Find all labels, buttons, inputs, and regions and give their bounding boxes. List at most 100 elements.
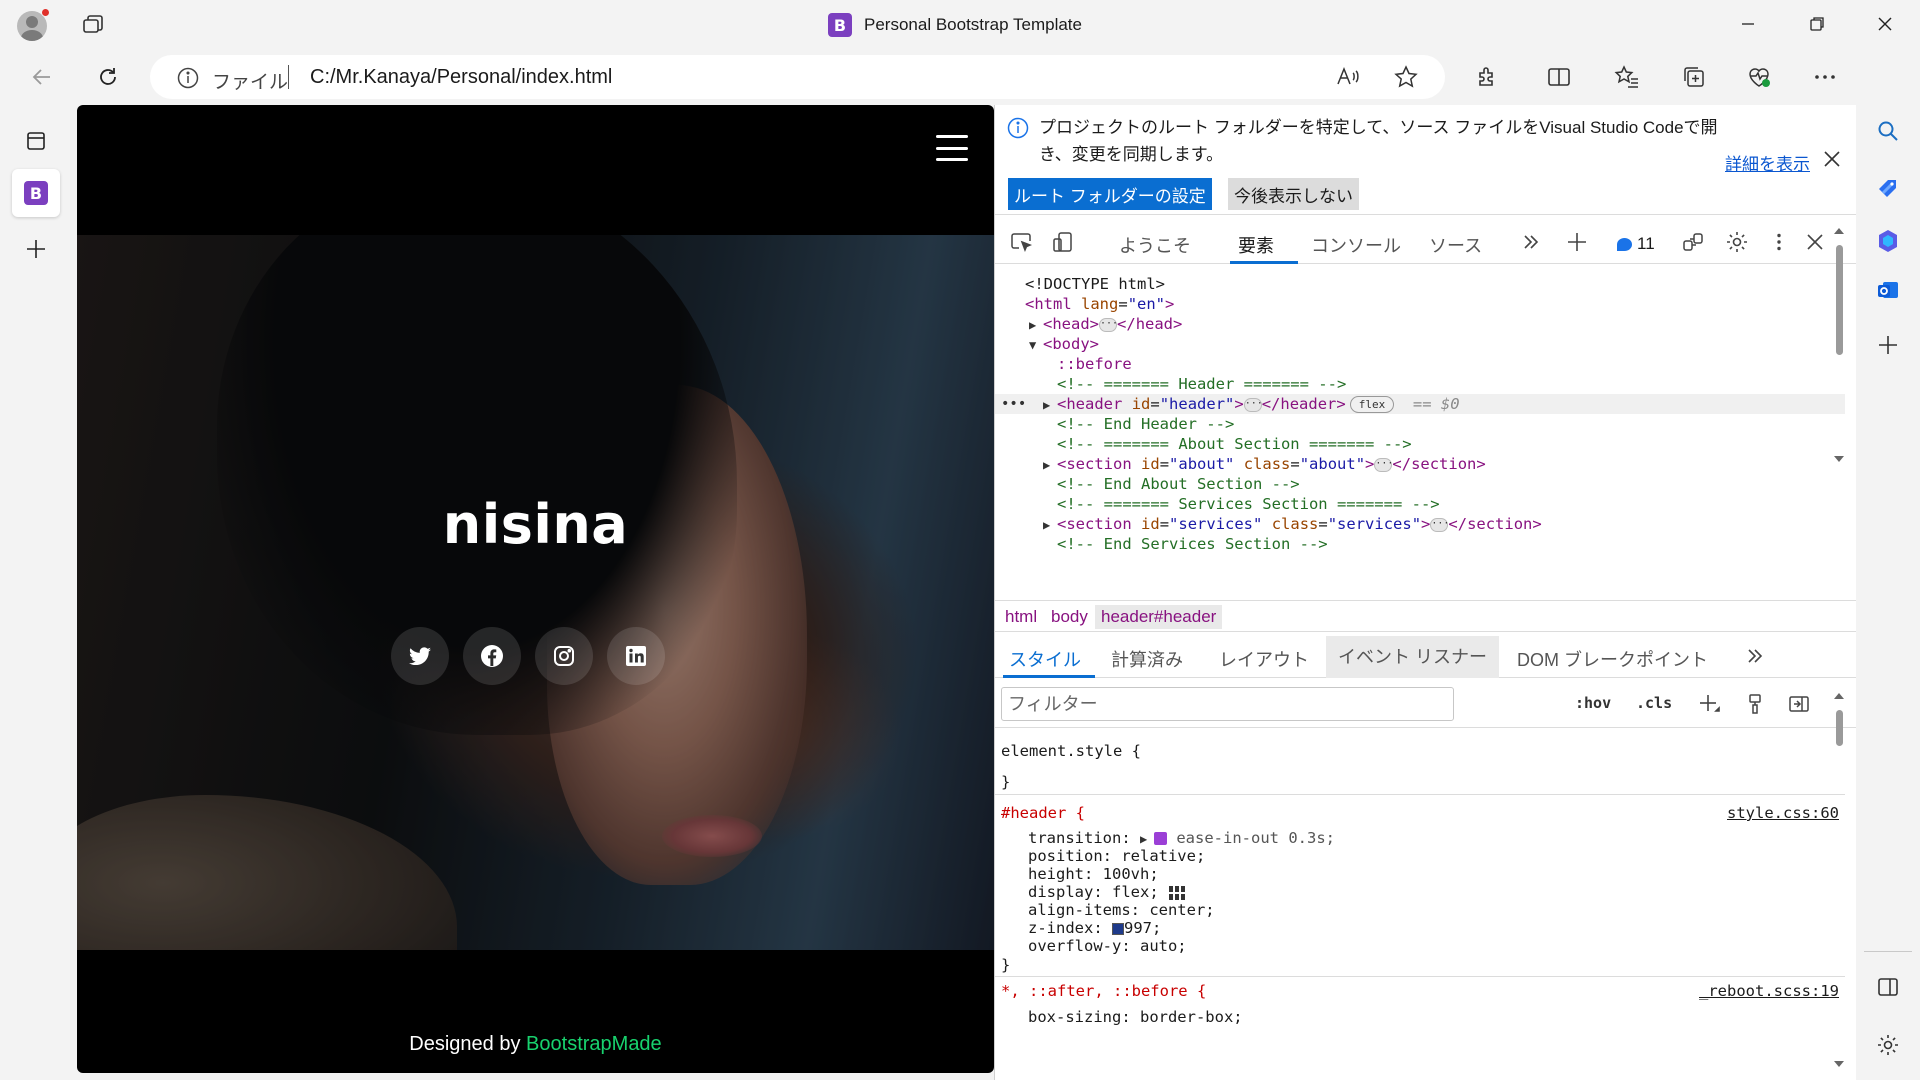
learn-more-link[interactable]: 詳細を表示: [1725, 150, 1810, 175]
customize-menu-icon[interactable]: [1765, 228, 1793, 256]
prop-overflow-y[interactable]: overflow-y: auto;: [1028, 937, 1187, 955]
inspect-element-icon[interactable]: [1007, 228, 1035, 256]
dom-node-head[interactable]: ▶ <head>···</head>: [995, 314, 1845, 334]
breadcrumb-html[interactable]: html: [999, 605, 1043, 629]
tab-actions-icon[interactable]: [80, 12, 106, 38]
styles-filter-input[interactable]: [1001, 687, 1454, 721]
more-tabs-chevron-icon[interactable]: [1517, 228, 1545, 256]
search-icon[interactable]: [1870, 113, 1906, 149]
toggle-sidebar-icon[interactable]: [1785, 690, 1813, 718]
tab-dom-breakpoints[interactable]: DOM ブレークポイント: [1517, 646, 1708, 672]
site-info-icon[interactable]: [176, 66, 200, 95]
prop-box-sizing[interactable]: box-sizing: border-box;: [1028, 1008, 1243, 1026]
twitter-link[interactable]: [391, 627, 449, 685]
flex-badge[interactable]: flex: [1349, 396, 1395, 413]
style-css-source-link[interactable]: style.css:60: [1727, 804, 1839, 822]
tab-computed[interactable]: 計算済み: [1111, 646, 1183, 672]
cls-toggle[interactable]: .cls: [1636, 694, 1672, 712]
dom-comment[interactable]: <!-- ======= Services Section ======= --…: [995, 494, 1845, 514]
collections-icon[interactable]: [1676, 59, 1712, 95]
dom-node-header-selected[interactable]: ••• ▶ <header id="header">···</header> flex…: [995, 394, 1845, 414]
universal-rule-selector[interactable]: *, ::after, ::before {: [1001, 982, 1206, 1000]
browser-essentials-icon[interactable]: [1741, 59, 1777, 95]
tab-elements[interactable]: 要素: [1238, 232, 1274, 258]
dom-node-html[interactable]: <html lang="en">: [995, 294, 1845, 314]
tab-personal-bootstrap[interactable]: B: [12, 169, 60, 217]
issues-counter[interactable]: 11: [1617, 234, 1655, 254]
split-screen-icon[interactable]: [1541, 59, 1577, 95]
minimize-button[interactable]: [1728, 8, 1768, 40]
workspace-banner: プロジェクトのルート フォルダーを特定して、ソース ファイルをVisual St…: [995, 105, 1857, 215]
tab-actions-panel-icon[interactable]: [12, 117, 60, 165]
add-tab-icon[interactable]: [1563, 228, 1591, 256]
outlook-icon[interactable]: [1870, 272, 1906, 308]
connected-devices-icon[interactable]: [1679, 228, 1707, 256]
refresh-button[interactable]: [90, 59, 126, 95]
tab-welcome[interactable]: ようこそ: [1119, 232, 1191, 258]
prop-z-index[interactable]: z-index: 997;: [1028, 919, 1161, 937]
close-devtools-icon[interactable]: [1801, 228, 1829, 256]
rule-close-brace: }: [1001, 956, 1011, 974]
dom-scrollbar[interactable]: [1833, 225, 1845, 535]
breadcrumb-body[interactable]: body: [1045, 605, 1094, 629]
dom-node-section-about[interactable]: ▶ <section id="about" class="about">···</…: [995, 454, 1845, 474]
back-button[interactable]: [24, 59, 60, 95]
prop-display[interactable]: display: flex;: [1028, 883, 1186, 901]
bootstrapmade-link[interactable]: BootstrapMade: [526, 1033, 662, 1055]
facebook-link[interactable]: [463, 627, 521, 685]
address-url[interactable]: C:/Mr.Kanaya/Personal/index.html: [310, 66, 612, 89]
add-sidebar-app-icon[interactable]: [1870, 327, 1906, 363]
device-emulation-icon[interactable]: [1049, 228, 1077, 256]
dom-node-doctype[interactable]: <!DOCTYPE html>: [995, 274, 1845, 294]
dom-node-section-services[interactable]: ▶ <section id="services" class="services"…: [995, 514, 1845, 534]
set-root-folder-button[interactable]: ルート フォルダーの設定: [1008, 178, 1212, 210]
extensions-icon[interactable]: [1469, 59, 1505, 95]
breadcrumb-header[interactable]: header#header: [1095, 605, 1223, 629]
header-rule-selector[interactable]: #header {: [1001, 804, 1085, 822]
address-separator: [288, 65, 289, 89]
new-style-rule-icon[interactable]: [1695, 690, 1723, 718]
instagram-link[interactable]: [535, 627, 593, 685]
linkedin-link[interactable]: [607, 627, 665, 685]
tab-sources[interactable]: ソース: [1429, 232, 1482, 258]
reboot-scss-source-link[interactable]: _reboot.scss:19: [1699, 982, 1839, 1000]
tab-styles[interactable]: スタイル: [1009, 646, 1081, 672]
element-style-rule[interactable]: element.style {: [1001, 742, 1141, 760]
dont-show-again-button[interactable]: 今後表示しない: [1228, 178, 1359, 210]
more-subtabs-chevron-icon[interactable]: [1741, 642, 1769, 670]
dom-node-before[interactable]: ::before: [995, 354, 1845, 374]
hide-sidebar-icon[interactable]: [1870, 969, 1906, 1005]
more-menu-icon[interactable]: [1807, 59, 1843, 95]
dom-node-body[interactable]: ▼ <body>: [995, 334, 1845, 354]
edge-drop-icon[interactable]: [1870, 223, 1906, 259]
favorite-star-icon[interactable]: [1388, 59, 1424, 95]
shopping-tag-icon[interactable]: [1870, 171, 1906, 207]
read-aloud-icon[interactable]: [1330, 59, 1366, 95]
dom-comment[interactable]: <!-- ======= About Section ======= -->: [995, 434, 1845, 454]
mobile-nav-toggle[interactable]: [936, 135, 968, 161]
prop-position[interactable]: position: relative;: [1028, 847, 1205, 865]
dom-comment[interactable]: <!-- End Services Section -->: [995, 534, 1845, 554]
dom-comment[interactable]: <!-- End About Section -->: [995, 474, 1845, 494]
favorites-icon[interactable]: [1609, 59, 1645, 95]
element-state-brush-icon[interactable]: [1741, 690, 1769, 718]
prop-height[interactable]: height: 100vh;: [1028, 865, 1159, 883]
tab-event-listeners[interactable]: イベント リスナー: [1326, 636, 1500, 678]
close-banner-icon[interactable]: [1822, 149, 1842, 174]
address-bar[interactable]: ファイル C:/Mr.Kanaya/Personal/index.html: [150, 55, 1445, 99]
tab-layout[interactable]: レイアウト: [1219, 646, 1309, 672]
prop-transition[interactable]: transition: ▶ ease-in-out 0.3s;: [1028, 829, 1335, 847]
restore-button[interactable]: [1797, 8, 1837, 40]
settings-gear-icon[interactable]: [1723, 228, 1751, 256]
close-window-button[interactable]: [1865, 8, 1905, 40]
dom-comment[interactable]: <!-- ======= Header ======= -->: [995, 374, 1845, 394]
tab-console[interactable]: コンソール: [1311, 232, 1401, 258]
prop-align-items[interactable]: align-items: center;: [1028, 901, 1215, 919]
styles-scrollbar[interactable]: [1833, 690, 1845, 1080]
sidebar-settings-icon[interactable]: [1870, 1027, 1906, 1063]
dom-comment[interactable]: <!-- End Header -->: [995, 414, 1845, 434]
new-tab-button[interactable]: [12, 225, 60, 273]
hero-background-photo: [77, 235, 994, 950]
issues-icon: [1617, 237, 1632, 251]
hov-toggle[interactable]: :hov: [1575, 694, 1611, 712]
